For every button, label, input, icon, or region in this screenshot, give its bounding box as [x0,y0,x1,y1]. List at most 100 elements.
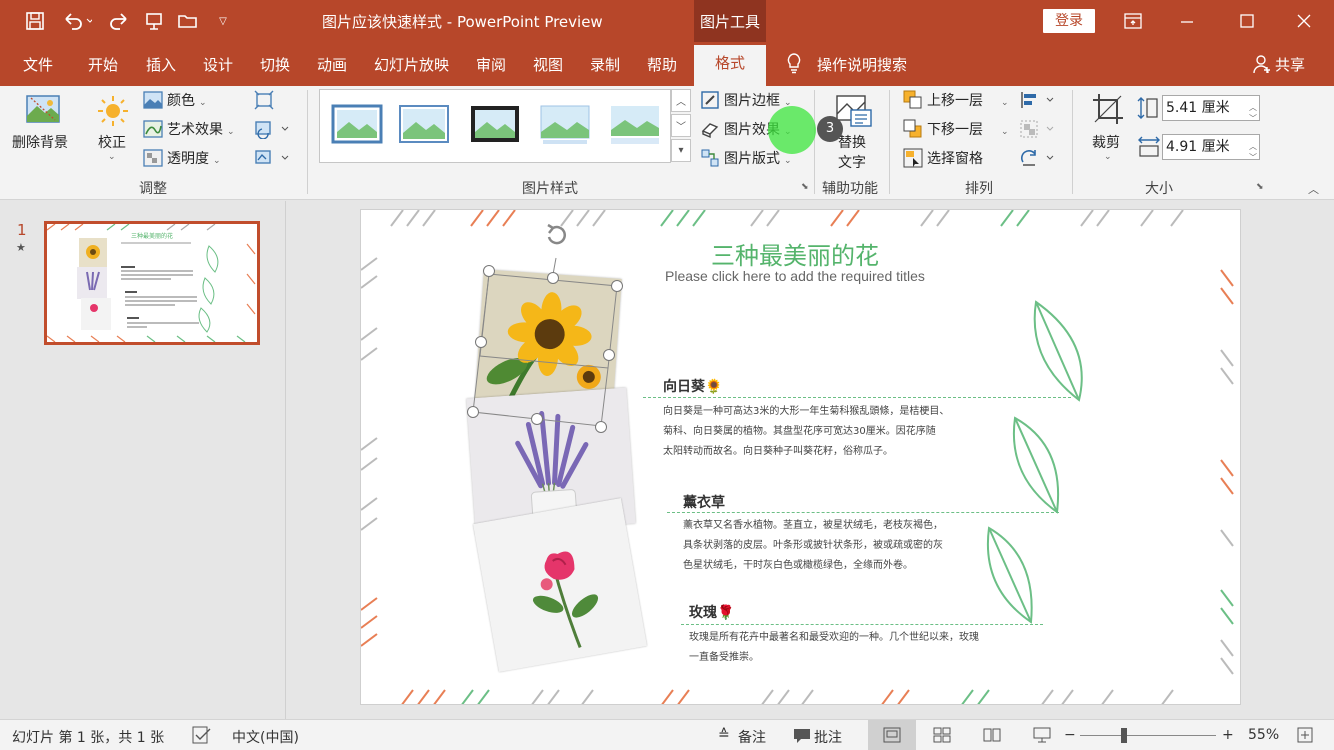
corrections-sun-icon[interactable] [96,94,130,132]
maximize-icon[interactable] [1227,6,1267,36]
style-thumbnail[interactable] [609,104,661,146]
normal-view-button[interactable] [868,720,916,750]
alt-text-button-line1[interactable]: 替换 [838,132,866,152]
slide-thumbnail[interactable]: 三种最美丽的花 [44,221,260,345]
spin-down-icon[interactable]: ﹀ [1249,107,1257,131]
color-button[interactable]: 颜色 ⌄ [167,90,207,110]
fit-to-window-icon[interactable] [1297,727,1313,747]
tab-record[interactable]: 录制 [590,54,620,75]
corrections-button[interactable]: 校正 [98,132,126,152]
resize-handle[interactable] [611,280,623,292]
tab-home[interactable]: 开始 [88,54,118,75]
align-icon[interactable] [1019,90,1059,114]
crop-dropdown-icon[interactable]: ⌄ [1104,152,1112,162]
rose-heading[interactable]: 玫瑰🌹 [689,602,734,622]
open-folder-icon[interactable] [175,8,201,34]
notes-button[interactable]: 备注 [738,727,766,747]
redo-icon[interactable] [107,8,133,34]
share-button[interactable]: 共享 [1275,54,1305,75]
tell-me-search[interactable]: 操作说明搜索 [817,54,907,75]
sunflower-heading[interactable]: 向日葵🌻 [663,376,722,396]
tab-insert[interactable]: 插入 [146,54,176,75]
crop-icon[interactable] [1091,92,1125,130]
gallery-scroll-up-icon[interactable]: ︿ [671,89,691,112]
remove-background-icon[interactable] [25,94,61,130]
corrections-dropdown-icon[interactable]: ⌄ [108,152,116,162]
tab-design[interactable]: 设计 [203,54,233,75]
dialog-launcher-icon[interactable]: ⬊ [801,182,809,192]
dialog-launcher-icon[interactable]: ⬊ [1256,182,1264,192]
resize-handle[interactable] [483,265,495,277]
change-picture-icon[interactable] [254,119,290,143]
picture-border-button[interactable]: 图片边框 ⌄ [724,90,792,110]
resize-handle[interactable] [603,349,615,361]
style-thumbnail[interactable] [398,104,450,146]
bring-forward-button[interactable]: 上移一层 ⌄ [927,90,1009,110]
lavender-text[interactable]: 薰衣草又名香水植物。茎直立，被星状绒毛，老枝灰褐色， 具条状剥落的皮层。叶条形或… [683,516,983,576]
spin-down-icon[interactable]: ﹀ [1249,146,1257,170]
zoom-slider-track[interactable] [1080,735,1216,736]
tab-help[interactable]: 帮助 [647,54,677,75]
resize-handle[interactable] [547,272,559,284]
ribbon-display-icon[interactable] [1113,6,1153,36]
rose-text[interactable]: 玫瑰是所有花卉中最著名和最受欢迎的一种。几个世纪以来，玫瑰 一直备受推崇。 [689,628,1019,668]
slide-sorter-icon[interactable] [933,727,951,747]
zoom-slider-thumb[interactable] [1121,728,1127,743]
resize-handle[interactable] [467,406,479,418]
picture-border-icon [700,90,720,114]
resize-handle[interactable] [595,421,607,433]
group-separator [889,90,890,194]
zoom-out-icon[interactable]: − [1064,727,1076,743]
spelling-check-icon[interactable] [192,726,212,748]
style-thumbnail[interactable] [331,104,383,146]
style-thumbnail[interactable] [469,104,521,146]
tab-format[interactable]: 格式 [694,45,766,86]
resize-handle[interactable] [531,413,543,425]
artistic-effects-button[interactable]: 艺术效果 ⌄ [167,119,235,139]
reading-view-icon[interactable] [983,727,1001,747]
slide-count[interactable]: 幻灯片 第 1 张，共 1 张 [12,727,164,747]
resize-handle[interactable] [475,336,487,348]
slide-canvas[interactable]: 三种最美丽的花 Please click here to add the req… [360,209,1241,705]
alt-text-button-line2[interactable]: 文字 [838,152,866,172]
close-icon[interactable] [1284,6,1324,36]
sunflower-text[interactable]: 向日葵是一种可高达3米的大形一年生菊科猴乱頭條，是桔梗目、 菊科、向日葵属的植物… [663,402,993,462]
present-icon[interactable] [141,8,167,34]
slide-title[interactable]: 三种最美丽的花 [711,236,879,271]
transparency-button[interactable]: 透明度 ⌄ [167,148,221,168]
height-input[interactable]: 5.41 厘米 ︿ ﹀ [1162,95,1260,123]
gallery-scroll-down-icon[interactable]: ﹀ [671,114,691,137]
comments-button[interactable]: 批注 [814,727,842,747]
zoom-in-icon[interactable]: + [1222,727,1234,743]
reset-picture-icon[interactable] [254,148,290,172]
tab-file[interactable]: 文件 [23,54,53,75]
remove-background-button[interactable]: 删除背景 [12,132,68,152]
tab-view[interactable]: 视图 [533,54,563,75]
undo-icon[interactable] [58,8,96,34]
compress-pictures-icon[interactable] [254,90,274,114]
slideshow-view-icon[interactable] [1033,727,1051,747]
minimize-icon[interactable] [1167,6,1207,36]
zoom-level[interactable]: 55% [1248,727,1279,743]
tab-transitions[interactable]: 切换 [260,54,290,75]
rotate-icon[interactable] [1019,148,1059,172]
slide-subtitle[interactable]: Please click here to add the required ti… [665,268,925,284]
rotate-handle-icon[interactable] [544,223,568,247]
lavender-heading[interactable]: 薰衣草 [683,492,725,512]
body-line: 色星状绒毛，干时灰白色或橄榄绿色，全缘而外卷。 [683,560,913,571]
width-input[interactable]: 4.91 厘米 ︿ ﹀ [1162,134,1260,162]
tab-animations[interactable]: 动画 [317,54,347,75]
save-icon[interactable] [22,8,48,34]
language-indicator[interactable]: 中文(中国) [232,727,299,747]
rose-photo[interactable] [473,498,647,672]
send-backward-button[interactable]: 下移一层 ⌄ [927,119,1009,139]
customize-qat-icon[interactable]: ▽ [213,8,233,34]
tab-slideshow[interactable]: 幻灯片放映 [374,54,449,75]
tab-review[interactable]: 审阅 [476,54,506,75]
collapse-ribbon-icon[interactable]: ︿ [1308,181,1319,197]
selection-pane-button[interactable]: 选择窗格 [927,148,983,168]
gallery-more-icon[interactable]: ▾ [671,139,691,162]
style-thumbnail[interactable] [539,104,591,146]
login-button[interactable]: 登录 [1043,9,1095,33]
crop-button[interactable]: 裁剪 [1092,132,1120,152]
